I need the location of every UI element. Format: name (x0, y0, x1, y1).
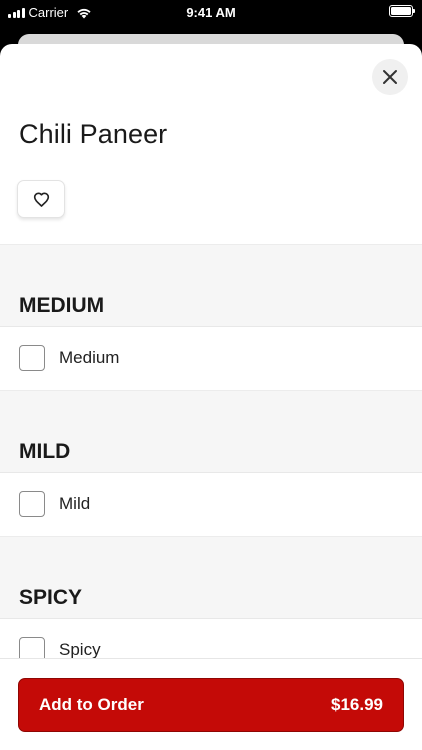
option-row-medium[interactable]: Medium (0, 327, 422, 391)
favorite-button[interactable] (17, 180, 65, 218)
item-detail-sheet: Chili Paneer MEDIUM Medium MILD Mild SPI… (0, 44, 422, 750)
option-label: Mild (59, 494, 91, 513)
option-group-header: MEDIUM (0, 245, 422, 327)
add-to-order-label: Add to Order (39, 695, 144, 714)
option-checkbox-medium[interactable] (19, 345, 45, 371)
add-to-order-button[interactable]: Add to Order $16.99 (18, 678, 404, 732)
option-label: Medium (59, 348, 120, 367)
option-group-title: SPICY (19, 586, 83, 609)
close-button[interactable] (372, 59, 408, 95)
item-title: Chili Paneer (19, 119, 168, 149)
heart-outline-icon (33, 192, 49, 207)
option-row-spicy[interactable]: Spicy (0, 619, 422, 658)
add-to-order-price: $16.99 (331, 695, 383, 714)
option-group-header: SPICY (0, 537, 422, 619)
bottom-action-bar: Add to Order $16.99 (0, 658, 422, 750)
option-checkbox-mild[interactable] (19, 491, 45, 517)
close-icon (383, 70, 397, 84)
status-bar: Carrier 9:41 AM (0, 0, 422, 26)
option-row-mild[interactable]: Mild (0, 473, 422, 537)
option-label: Spicy (59, 640, 101, 658)
status-time: 9:41 AM (186, 5, 236, 20)
option-group-header: MILD (0, 391, 422, 473)
options-list: MEDIUM Medium MILD Mild SPICY Spicy (0, 244, 422, 658)
option-group-title: MILD (19, 440, 71, 463)
option-group-title: MEDIUM (19, 294, 105, 317)
option-checkbox-spicy[interactable] (19, 637, 45, 658)
battery-icon (389, 5, 415, 17)
